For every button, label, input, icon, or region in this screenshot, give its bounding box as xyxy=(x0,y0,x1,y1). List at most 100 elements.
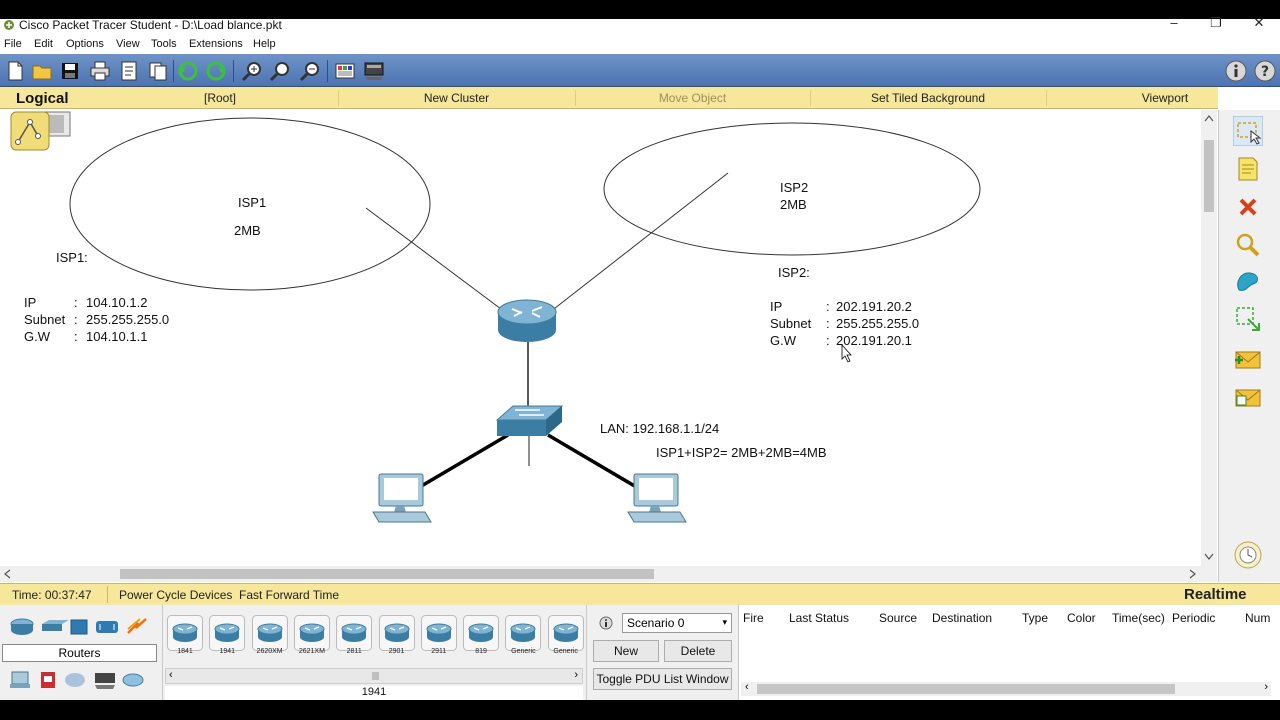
pc1-icon[interactable] xyxy=(372,473,432,523)
router-icon[interactable] xyxy=(497,299,557,342)
custom-device-icon[interactable] xyxy=(362,59,386,83)
place-note-icon[interactable] xyxy=(1233,154,1263,184)
menu-view[interactable]: View xyxy=(116,38,140,50)
device-model-tile[interactable]: 2811 xyxy=(336,615,373,655)
pdu-scroll-right-icon[interactable]: › xyxy=(1264,681,1268,693)
model-scroll-thumb[interactable] xyxy=(372,672,379,680)
logical-tab[interactable]: Logical xyxy=(0,87,160,109)
device-model-tile[interactable]: 2911 xyxy=(420,615,457,655)
pdu-list-scrollbar[interactable]: ‹ › xyxy=(741,681,1271,696)
device-model-tile[interactable]: 1841 xyxy=(167,615,203,655)
wireless-category-icon[interactable] xyxy=(96,621,118,633)
viewport-button[interactable]: Viewport xyxy=(1046,91,1280,105)
root-breadcrumb[interactable]: [Root] xyxy=(160,91,280,105)
fast-forward-time-button[interactable]: Fast Forward Time xyxy=(239,588,339,602)
draw-shape-icon[interactable] xyxy=(1233,266,1263,296)
packet-tracer-window: Cisco Packet Tracer Student - D:\Load bl… xyxy=(0,0,1280,720)
scroll-right-icon xyxy=(1189,569,1196,579)
pc2-icon[interactable] xyxy=(627,473,687,523)
isp2-link[interactable] xyxy=(549,172,729,313)
switches-category-icon[interactable] xyxy=(42,620,69,631)
device-model-label: Generic xyxy=(553,648,578,655)
realtime-mode-label[interactable]: Realtime xyxy=(1184,586,1247,603)
select-tool-icon[interactable] xyxy=(1233,116,1263,146)
maximize-button[interactable]: ❐ xyxy=(1206,15,1226,31)
hubs-category-icon[interactable] xyxy=(70,619,88,635)
delete-icon[interactable] xyxy=(1233,192,1263,222)
menu-options[interactable]: Options xyxy=(66,38,104,50)
cluster-nav-icon[interactable] xyxy=(10,111,71,151)
realtime-clock-icon[interactable] xyxy=(1233,540,1263,570)
model-scrollbar[interactable]: ‹ › xyxy=(165,668,583,684)
device-model-tile[interactable]: 1941 xyxy=(209,615,246,655)
device-model-tile[interactable]: 2621XM xyxy=(293,615,330,655)
pdu-scroll-left-icon[interactable]: ‹ xyxy=(745,681,749,693)
help-icon[interactable]: ? xyxy=(1253,59,1277,83)
zoom-out-icon[interactable] xyxy=(298,59,322,83)
isp1-note[interactable]: ISP1: IP : 104.10.1.2 Subnet : 255.255.2… xyxy=(24,250,169,344)
new-scenario-button[interactable]: New xyxy=(593,640,659,662)
connections-category-icon[interactable] xyxy=(127,618,147,634)
close-window-button[interactable]: ✕ xyxy=(1249,15,1269,31)
wan-emulation-category-icon[interactable] xyxy=(65,673,85,687)
canvas-vertical-scrollbar[interactable] xyxy=(1201,110,1217,566)
isp2-cloud-label[interactable]: ISP2 xyxy=(780,180,808,195)
menu-extensions[interactable]: Extensions xyxy=(189,38,243,50)
custom-devices-category-icon[interactable] xyxy=(95,673,115,689)
lan-note[interactable]: LAN: 192.168.1.1/24 xyxy=(600,421,719,436)
zoom-in-icon[interactable] xyxy=(240,59,264,83)
device-model-tile[interactable]: 819 xyxy=(463,615,500,655)
copy-icon[interactable] xyxy=(146,59,170,83)
redo-icon[interactable] xyxy=(204,59,228,83)
info-icon[interactable] xyxy=(1224,59,1248,83)
end-devices-category-icon[interactable] xyxy=(10,671,30,688)
activity-wizard-icon[interactable] xyxy=(117,59,141,83)
security-category-icon[interactable] xyxy=(41,672,55,688)
switch-icon[interactable] xyxy=(495,405,564,436)
switch-pc1-link[interactable] xyxy=(417,433,509,490)
set-tiled-background-button[interactable]: Set Tiled Background xyxy=(810,91,1046,105)
routers-category-icon[interactable] xyxy=(10,618,34,635)
router-model-icon xyxy=(293,615,330,651)
move-object-button[interactable]: Move Object xyxy=(575,91,810,105)
bandwidth-sum-note[interactable]: ISP1+ISP2= 2MB+2MB=4MB xyxy=(656,445,827,460)
print-icon[interactable] xyxy=(88,59,112,83)
undo-icon[interactable] xyxy=(176,59,200,83)
switch-pc2-link[interactable] xyxy=(547,433,639,490)
inspect-icon[interactable] xyxy=(1233,230,1263,260)
scenario-select[interactable]: Scenario 0 ▾ xyxy=(622,613,732,633)
minimize-button[interactable]: – xyxy=(1164,15,1184,30)
canvas-horizontal-scrollbar[interactable] xyxy=(0,566,1217,582)
resize-shape-icon[interactable] xyxy=(1233,304,1263,334)
menu-file[interactable]: File xyxy=(4,38,22,50)
pdu-scroll-thumb[interactable] xyxy=(757,684,1175,694)
toggle-pdu-list-button[interactable]: Toggle PDU List Window xyxy=(593,668,732,690)
menu-edit[interactable]: Edit xyxy=(34,38,53,50)
logical-workspace-canvas[interactable]: ISP1 2MB ISP2 2MB ISP1: IP : 104.10.1.2 … xyxy=(0,110,1201,566)
menu-help[interactable]: Help xyxy=(253,38,276,50)
palette-icon[interactable] xyxy=(333,59,357,83)
zoom-reset-icon[interactable] xyxy=(268,59,292,83)
isp1-cloud-bandwidth[interactable]: 2MB xyxy=(234,223,261,238)
add-simple-pdu-icon[interactable] xyxy=(1233,344,1263,374)
open-file-icon[interactable] xyxy=(30,59,54,83)
device-model-tile[interactable]: Generic xyxy=(505,615,542,655)
isp2-note[interactable]: ISP2: IP : 202.191.20.2 Subnet : 255.255… xyxy=(770,265,919,348)
save-icon[interactable] xyxy=(58,59,82,83)
device-model-tile[interactable]: Generic xyxy=(547,615,584,655)
new-file-icon[interactable] xyxy=(3,59,27,83)
scroll-up-icon xyxy=(1204,115,1214,122)
scenario-info-icon[interactable] xyxy=(599,616,613,630)
multiuser-category-icon[interactable] xyxy=(122,673,144,687)
device-model-tile[interactable]: 2901 xyxy=(378,615,415,655)
new-cluster-button[interactable]: New Cluster xyxy=(338,91,575,105)
power-cycle-devices-button[interactable]: Power Cycle Devices xyxy=(119,588,232,602)
add-complex-pdu-icon[interactable] xyxy=(1233,382,1263,412)
model-scroll-right-icon[interactable]: › xyxy=(574,669,578,681)
menu-tools[interactable]: Tools xyxy=(151,38,177,50)
delete-scenario-button[interactable]: Delete xyxy=(664,640,732,662)
isp2-cloud-bandwidth[interactable]: 2MB xyxy=(780,197,807,212)
model-scroll-left-icon[interactable]: ‹ xyxy=(169,669,173,681)
device-model-tile[interactable]: 2620XM xyxy=(251,615,288,655)
isp1-cloud-label[interactable]: ISP1 xyxy=(238,195,266,210)
